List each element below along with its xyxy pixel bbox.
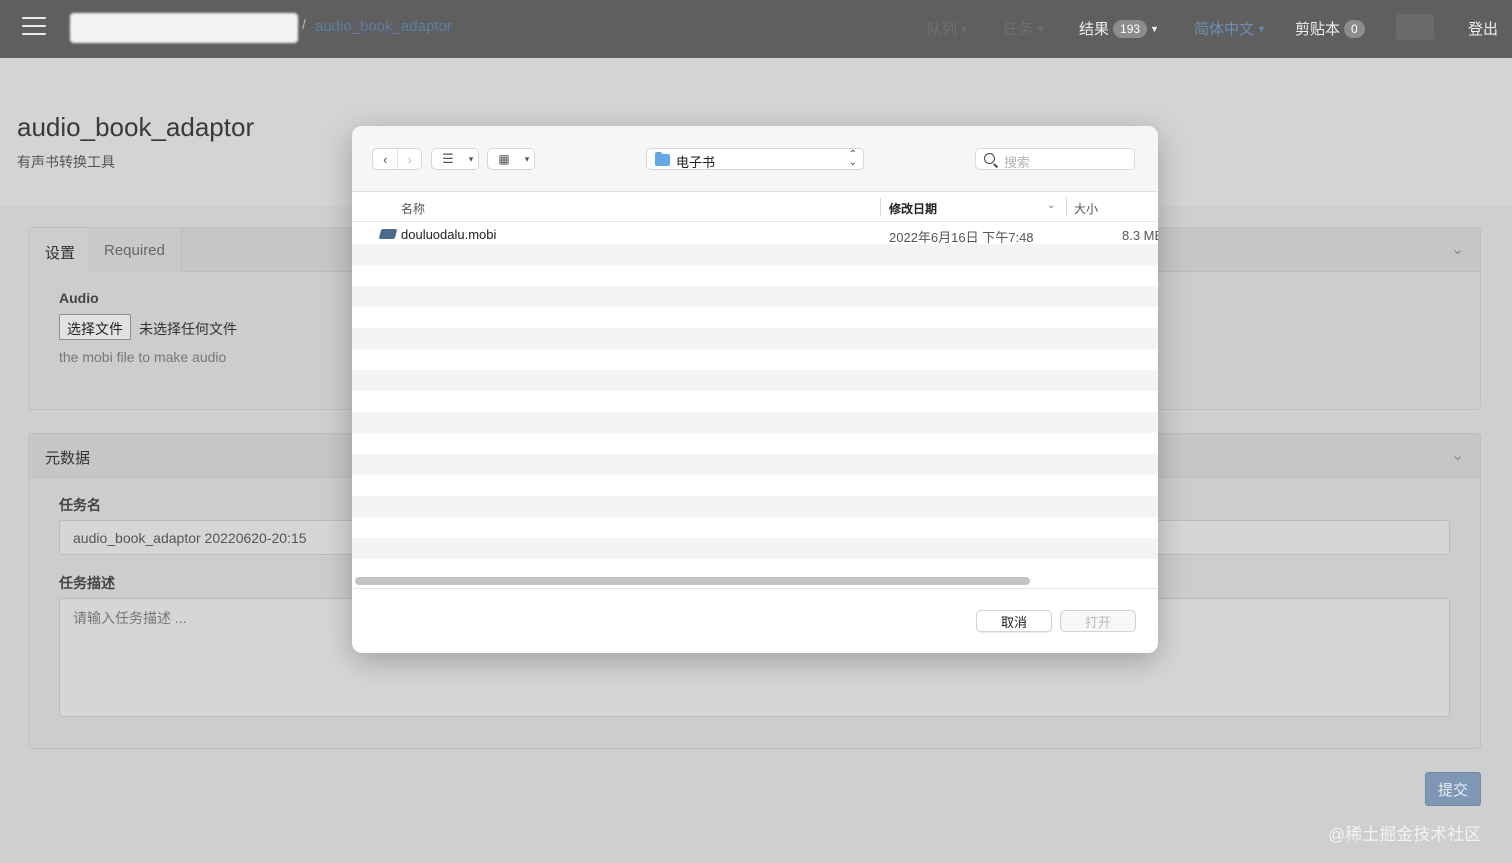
nav-tasks-label: 任务 (1003, 21, 1034, 38)
empty-row (352, 496, 1158, 517)
empty-row (352, 517, 1158, 538)
nav-clipboard-label: 剪贴本 (1295, 21, 1341, 38)
grid-view-icon: ▦ (498, 152, 510, 166)
folder-path-popup[interactable]: 电子书 ⌃ ⌄ (646, 148, 864, 170)
open-button[interactable]: 打开 (1060, 610, 1136, 632)
forward-arrow-icon[interactable]: › (397, 149, 421, 169)
no-file-text: 未选择任何文件 (139, 321, 237, 337)
list-view-toggle[interactable]: ☰ ▾ (431, 148, 479, 170)
ebook-file-icon (378, 229, 398, 239)
list-view-icon: ☰ (442, 151, 454, 166)
menu-icon[interactable] (22, 17, 46, 35)
file-size: 8.3 MB (1122, 228, 1158, 243)
breadcrumb-separator: / (302, 16, 306, 32)
caret-down-icon: ▼ (1257, 24, 1266, 34)
folder-icon (655, 152, 670, 166)
empty-row (352, 370, 1158, 391)
folder-name: 电子书 (676, 155, 716, 170)
empty-row (352, 265, 1158, 286)
empty-row (352, 475, 1158, 496)
caret-down-icon: ▼ (960, 24, 969, 34)
results-count-badge: 193 (1113, 20, 1148, 38)
page-subtitle: 有声书转换工具 (17, 154, 115, 170)
back-arrow-icon[interactable]: ‹ (373, 149, 397, 169)
empty-row (352, 349, 1158, 370)
top-navbar: / audio_book_adaptor 队列 ▼ 任务 ▼ 结果 193 ▼ 简体中文… (0, 0, 1512, 58)
nav-tasks[interactable]: 任务 ▼ (1003, 18, 1045, 39)
nav-queue[interactable]: 队列 ▼ (927, 18, 969, 39)
nav-clipboard[interactable]: 剪贴本 0 (1295, 18, 1365, 39)
task-name-label: 任务名 (59, 497, 101, 513)
column-date[interactable]: 修改日期 (889, 200, 937, 217)
file-name: douluodalu.mobi (401, 227, 497, 242)
chevron-down-icon: ▾ (468, 153, 474, 164)
nav-logout[interactable]: 登出 (1468, 18, 1498, 39)
empty-row (352, 433, 1158, 454)
brand-logo-redacted (70, 13, 298, 43)
list-item[interactable]: douluodalu.mobi 2022年6月16日 下午7:48 8.3 MB (352, 223, 1158, 245)
caret-down-icon: ▼ (1036, 24, 1045, 34)
dialog-toolbar: ‹ › ☰ ▾ ▦ ▾ 电子书 ⌃ ⌄ 搜索 (352, 126, 1158, 192)
nav-language-label: 简体中文 (1194, 21, 1255, 38)
chevron-down-icon: ▾ (524, 153, 530, 164)
sort-chevron-icon: ⌄ (1047, 200, 1056, 211)
horizontal-scrollbar[interactable] (355, 577, 1030, 585)
column-divider[interactable] (1066, 198, 1067, 216)
tab-settings[interactable]: 设置 (29, 228, 93, 272)
empty-row (352, 391, 1158, 412)
nav-queue-label: 队列 (927, 21, 958, 38)
nav-results[interactable]: 结果 193 ▼ (1079, 18, 1159, 39)
choose-file-button[interactable]: 选择文件 (59, 314, 131, 340)
page-title: audio_book_adaptor (17, 112, 255, 142)
empty-row (352, 307, 1158, 328)
empty-row (352, 328, 1158, 349)
cancel-button[interactable]: 取消 (976, 610, 1052, 632)
column-header-row: 名称 修改日期 ⌄ 大小 (352, 192, 1158, 222)
search-placeholder: 搜索 (1004, 155, 1031, 170)
file-picker-dialog: ‹ › ☰ ▾ ▦ ▾ 电子书 ⌃ ⌄ 搜索 名称 修改日期 ⌄ 大小 doul… (352, 126, 1158, 653)
empty-row (352, 286, 1158, 307)
search-icon (984, 153, 995, 164)
caret-down-icon: ▼ (1150, 24, 1159, 34)
clipboard-count-badge: 0 (1344, 20, 1365, 38)
grid-view-toggle[interactable]: ▦ ▾ (487, 148, 535, 170)
breadcrumb-app[interactable]: audio_book_adaptor (315, 18, 452, 35)
metadata-panel-title: 元数据 (45, 450, 91, 467)
chevron-down-icon[interactable]: ⌄ (1451, 446, 1464, 464)
submit-button[interactable]: 提交 (1425, 772, 1481, 806)
task-desc-label: 任务描述 (59, 575, 115, 591)
watermark: @稀土掘金技术社区 (1328, 825, 1482, 844)
nav-language[interactable]: 简体中文 ▼ (1194, 18, 1266, 39)
column-divider[interactable] (880, 198, 881, 216)
nav-results-label: 结果 (1079, 21, 1110, 38)
empty-row (352, 412, 1158, 433)
column-name[interactable]: 名称 (401, 200, 425, 217)
chevron-down-icon[interactable]: ⌄ (1451, 240, 1464, 258)
dialog-search-input[interactable]: 搜索 (975, 148, 1135, 170)
tab-required[interactable]: Required (88, 228, 182, 272)
audio-help-text: the mobi file to make audio (59, 349, 227, 365)
nav-buttons: ‹ › (372, 148, 422, 170)
audio-label: Audio (59, 290, 99, 306)
updown-chevron-icon: ⌃ ⌄ (848, 149, 857, 168)
empty-row (352, 538, 1158, 559)
empty-row (352, 454, 1158, 475)
user-avatar-redacted[interactable] (1396, 14, 1434, 40)
empty-row (352, 244, 1158, 265)
file-list: douluodalu.mobi 2022年6月16日 下午7:48 8.3 MB (352, 223, 1158, 573)
column-size[interactable]: 大小 (1074, 200, 1098, 217)
